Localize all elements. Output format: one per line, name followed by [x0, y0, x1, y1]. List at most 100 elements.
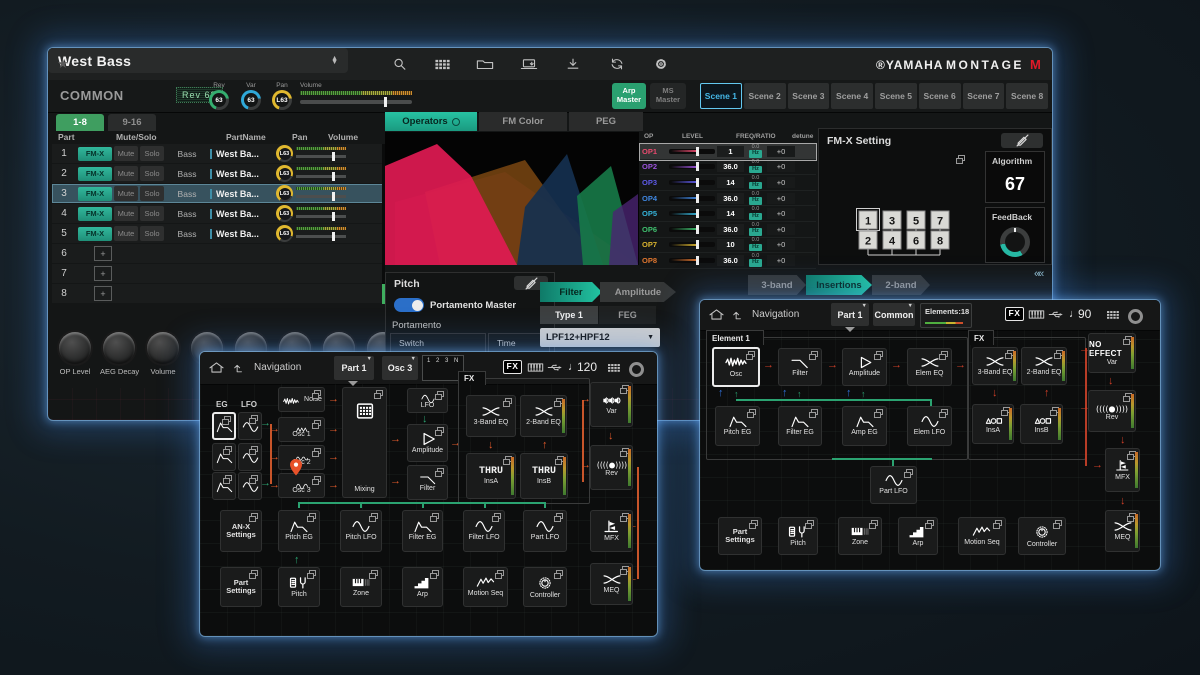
- part-pan-knob[interactable]: L63: [276, 145, 293, 162]
- tile-3band-eq[interactable]: 3-Band EQ: [466, 395, 516, 437]
- tab-osc3[interactable]: Osc 3▼: [382, 356, 418, 380]
- operator-row-OP7[interactable]: OP7100.0Hz+0: [640, 238, 816, 254]
- operator-row-OP3[interactable]: OP3140.0Hz+0: [640, 175, 816, 191]
- tile-elem-lfo[interactable]: Elem LFO: [907, 406, 952, 446]
- tab-part1[interactable]: Part 1▼: [831, 303, 869, 326]
- tile-pitch-eg[interactable]: Pitch EG: [278, 510, 320, 552]
- part-row-4[interactable]: 4FM-XMuteSoloBassWest Ba...L63: [52, 204, 384, 223]
- op-detune-value[interactable]: +0: [767, 193, 795, 204]
- tile-noise[interactable]: Noise: [278, 387, 325, 412]
- tile-eg-3[interactable]: [212, 472, 236, 500]
- tile-var-no-effect[interactable]: NO EFFECT Var: [1088, 333, 1136, 373]
- tile-motion-seq[interactable]: Motion Seq: [463, 567, 508, 607]
- tile-zone[interactable]: Zone: [838, 517, 882, 555]
- solo-button[interactable]: Solo: [140, 146, 164, 161]
- tile-filter[interactable]: Filter: [407, 465, 448, 500]
- part-pan-knob[interactable]: L63: [276, 165, 293, 182]
- op-freq-value[interactable]: 36.0: [717, 255, 744, 266]
- part-tab-1-8[interactable]: 1-8: [56, 114, 104, 131]
- op-level-handle[interactable]: [696, 194, 699, 203]
- tile-anx-settings[interactable]: AN-X Settings: [220, 510, 262, 552]
- slider-handle[interactable]: [332, 172, 335, 181]
- scene-button-1[interactable]: Scene 1: [700, 83, 742, 109]
- operator-level-graph[interactable]: [385, 132, 639, 265]
- solo-button[interactable]: Solo: [140, 226, 164, 241]
- tile-motion-seq[interactable]: Motion Seq: [958, 517, 1006, 555]
- knob[interactable]: [59, 332, 91, 364]
- tile-rev[interactable]: ((((●)))) Rev: [590, 445, 633, 490]
- op-level-slider[interactable]: [669, 164, 715, 169]
- download-icon[interactable]: [564, 55, 582, 73]
- tile-filter-eg[interactable]: Filter EG: [402, 510, 443, 552]
- op-detune-value[interactable]: +0: [767, 161, 795, 172]
- home-icon[interactable]: [208, 359, 225, 376]
- slider-handle[interactable]: [332, 212, 335, 221]
- tile-filter-lfo[interactable]: Filter LFO: [463, 510, 505, 552]
- op-freq-value[interactable]: 36.0: [717, 161, 744, 172]
- op-level-slider[interactable]: [669, 180, 715, 185]
- tile-arp[interactable]: Arp: [898, 517, 938, 555]
- tile-lfo-2[interactable]: [238, 443, 262, 471]
- op-level-slider[interactable]: [669, 211, 715, 216]
- tile-part-lfo[interactable]: Part LFO: [523, 510, 567, 552]
- tab-3band[interactable]: 3-band: [748, 275, 806, 295]
- part-volume-slider[interactable]: [295, 166, 347, 182]
- tab-common[interactable]: Common▼: [873, 303, 915, 326]
- operator-row-OP4[interactable]: OP436.00.0Hz+0: [640, 191, 816, 207]
- arp-master-button[interactable]: Arp Master: [612, 83, 646, 109]
- op-freq-value[interactable]: 36.0: [717, 193, 744, 204]
- tile-osc[interactable]: Osc: [712, 347, 760, 387]
- tile-amp-eg[interactable]: Amp EG: [842, 406, 887, 446]
- op-level-slider[interactable]: [669, 227, 715, 232]
- op-detune-value[interactable]: +0: [767, 255, 795, 266]
- op-level-handle[interactable]: [696, 162, 699, 171]
- knob[interactable]: [147, 332, 179, 364]
- tile-meq[interactable]: MEQ: [590, 563, 633, 605]
- operator-row-OP5[interactable]: OP5140.0Hz+0: [640, 206, 816, 222]
- op-freq-value[interactable]: 14: [717, 177, 744, 188]
- part-row-3[interactable]: 3FM-XMuteSoloBassWest Ba...L63: [52, 184, 384, 203]
- part-row-7[interactable]: 7+: [52, 264, 384, 283]
- var-knob[interactable]: Var 63: [238, 82, 264, 110]
- search-icon[interactable]: [391, 55, 409, 73]
- mute-button[interactable]: Mute: [114, 166, 138, 181]
- op-detune-value[interactable]: +0: [767, 146, 795, 157]
- folder-icon[interactable]: [476, 55, 494, 73]
- tile-pitch[interactable]: Pitch: [778, 517, 818, 555]
- portamento-master-toggle[interactable]: [394, 298, 424, 312]
- tile-amplitude[interactable]: Amplitude: [842, 348, 887, 386]
- fx-badge[interactable]: FX: [503, 360, 522, 374]
- tile-eg-2[interactable]: [212, 443, 236, 471]
- mute-button[interactable]: Mute: [114, 186, 138, 201]
- tile-zone[interactable]: Zone: [340, 567, 382, 607]
- keyboard-icon[interactable]: [527, 361, 544, 374]
- tile-2band-eq[interactable]: 2-Band EQ: [1021, 347, 1067, 385]
- home-icon[interactable]: [708, 306, 725, 323]
- tab-filter[interactable]: Filter: [540, 282, 602, 302]
- tile-insb-thru[interactable]: THRU InsB: [520, 453, 568, 499]
- part-volume-slider[interactable]: [295, 146, 347, 162]
- refresh-icon[interactable]: [608, 55, 626, 73]
- utility-ring-icon[interactable]: [1128, 309, 1143, 324]
- tile-eg-1[interactable]: [212, 412, 236, 440]
- op-level-slider[interactable]: [669, 196, 715, 201]
- tab-2band[interactable]: 2-band: [872, 275, 930, 295]
- op-freq-value[interactable]: 36.0: [717, 224, 744, 235]
- op-level-handle[interactable]: [696, 225, 699, 234]
- part-row-1[interactable]: 1FM-XMuteSoloBassWest Ba...L63: [52, 144, 384, 163]
- feedback-knob[interactable]: [1000, 227, 1030, 257]
- tile-lfo-3[interactable]: [238, 472, 262, 500]
- part-row-5[interactable]: 5FM-XMuteSoloBassWest Ba...L63: [52, 224, 384, 243]
- tile-3band-eq[interactable]: 3-Band EQ: [972, 347, 1018, 385]
- scene-button-2[interactable]: Scene 2: [744, 83, 786, 109]
- element-group-label[interactable]: Element 1: [706, 330, 764, 345]
- feedback-box[interactable]: FeedBack: [985, 207, 1045, 263]
- performance-name-box[interactable]: West Bass ▲▼: [48, 48, 348, 73]
- op-level-slider[interactable]: [669, 258, 715, 263]
- popout-icon[interactable]: [958, 155, 965, 161]
- part-row-6[interactable]: 6+: [52, 244, 384, 263]
- grid-menu-icon[interactable]: [606, 360, 621, 375]
- tab-fm-color[interactable]: FM Color: [479, 112, 567, 131]
- slider-handle[interactable]: [332, 192, 335, 201]
- solo-button[interactable]: Solo: [140, 186, 164, 201]
